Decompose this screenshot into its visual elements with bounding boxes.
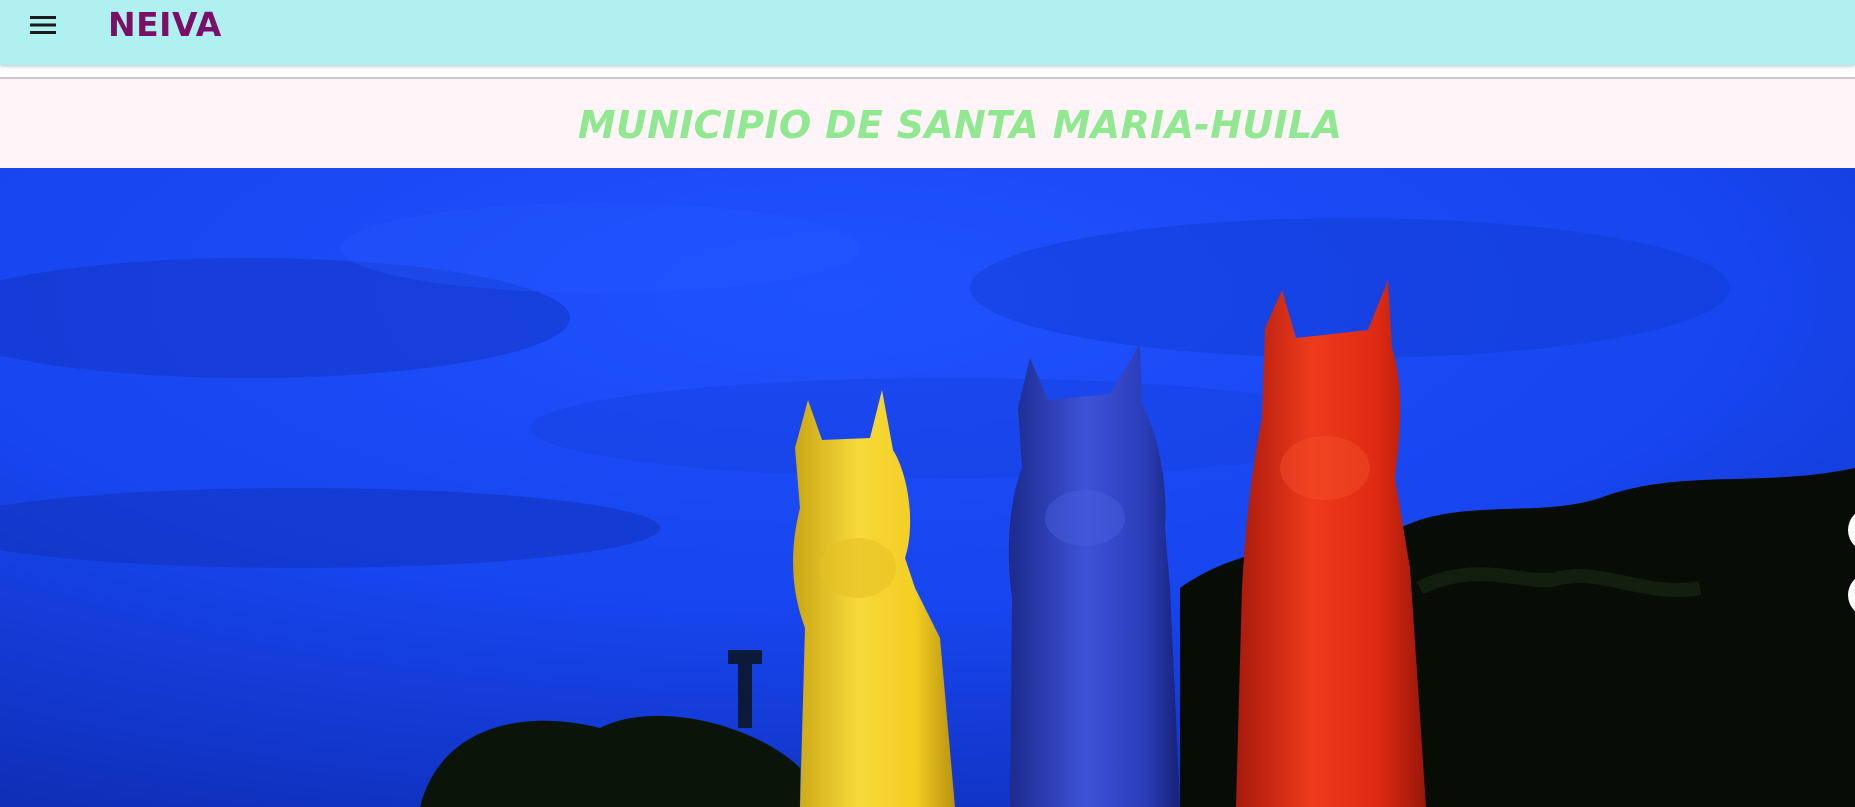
- hero-image: [0, 168, 1855, 807]
- title-band: MUNICIPIO DE SANTA MARIA-HUILA: [0, 79, 1855, 168]
- page-title: MUNICIPIO DE SANTA MARIA-HUILA: [577, 103, 1343, 147]
- horse-statues-photo: [0, 168, 1855, 807]
- top-app-bar: NEIVA: [0, 0, 1855, 65]
- brand-title[interactable]: NEIVA: [108, 3, 222, 47]
- menu-button[interactable]: [24, 10, 60, 40]
- hamburger-menu-icon: [30, 16, 56, 34]
